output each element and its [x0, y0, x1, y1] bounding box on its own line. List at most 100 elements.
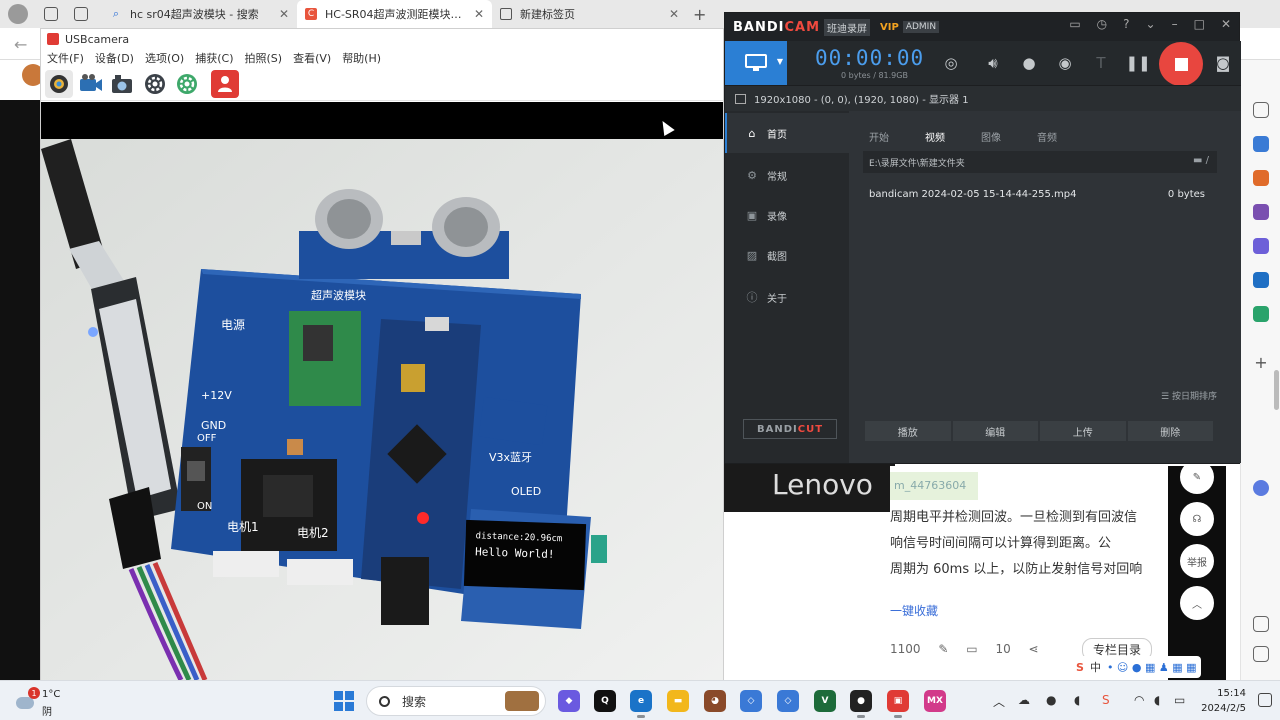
- minimize-icon[interactable]: –: [1172, 17, 1178, 31]
- ime-mode[interactable]: 中: [1090, 659, 1101, 675]
- output-path[interactable]: E:\录屏文件\新建文件夹 ▬ /: [863, 151, 1217, 173]
- sort-by-date-button[interactable]: ☰ 按日期排序: [1161, 389, 1217, 402]
- screen-mode-button[interactable]: ▼: [725, 41, 787, 85]
- comment-icon[interactable]: ▭: [966, 642, 977, 656]
- speaker-tray-icon[interactable]: ◖: [1074, 693, 1080, 707]
- author-tag[interactable]: m_44763604: [890, 472, 978, 500]
- onedrive-icon[interactable]: ☁: [1018, 693, 1030, 707]
- maximize-icon[interactable]: □: [1194, 17, 1205, 31]
- upload-button[interactable]: 上传: [1040, 421, 1126, 441]
- snapshot-icon[interactable]: [109, 70, 137, 98]
- edit-button[interactable]: 编辑: [952, 421, 1038, 441]
- battery-icon[interactable]: ▭: [1174, 693, 1185, 707]
- workspaces-icon[interactable]: [44, 7, 58, 21]
- text-overlay-icon[interactable]: T: [1091, 53, 1111, 73]
- sogou-tray-icon[interactable]: S: [1102, 693, 1110, 707]
- headset-icon[interactable]: ☊: [1180, 502, 1214, 536]
- menu-view[interactable]: 查看(V): [293, 50, 331, 66]
- close-tab-icon[interactable]: ✕: [474, 7, 484, 21]
- help-icon[interactable]: ?: [1123, 17, 1129, 31]
- add-icon[interactable]: +: [1253, 355, 1269, 372]
- device-settings-icon[interactable]: [173, 70, 201, 98]
- tab-actions-icon[interactable]: [74, 7, 88, 21]
- back-arrow-icon[interactable]: ←: [14, 35, 27, 54]
- stop-record-button[interactable]: [1159, 42, 1203, 86]
- new-tab-button[interactable]: +: [693, 5, 706, 24]
- toolbox-icon[interactable]: [1253, 170, 1269, 186]
- sidebar-scrollbar[interactable]: [1274, 370, 1279, 410]
- tab-image[interactable]: 图像: [981, 129, 1001, 144]
- back-to-top-icon[interactable]: ︿: [1180, 586, 1214, 620]
- tag-icon[interactable]: [1253, 136, 1269, 152]
- menu-device[interactable]: 设备(D): [95, 50, 134, 66]
- menu-chevron-icon[interactable]: ⌄: [1146, 17, 1156, 31]
- menu-options[interactable]: 选项(O): [145, 50, 184, 66]
- tray-chevron-icon[interactable]: ︿: [993, 693, 1005, 710]
- keil-icon[interactable]: V: [814, 690, 836, 712]
- tab-new[interactable]: 新建标签页 ✕: [492, 0, 687, 28]
- assistant-icon[interactable]: [1253, 480, 1269, 496]
- mx-app-icon[interactable]: MX: [924, 690, 946, 712]
- file-name[interactable]: bandicam 2024-02-05 15-14-44-255.mp4: [869, 189, 1077, 200]
- cursor-effect-icon[interactable]: ◉: [1055, 53, 1075, 73]
- collect-link[interactable]: 一键收藏: [890, 602, 938, 619]
- report-button[interactable]: 举报: [1180, 544, 1214, 578]
- menu-help[interactable]: 帮助(H): [342, 50, 381, 66]
- webcam-off-icon[interactable]: ◎: [941, 53, 961, 73]
- sidebar-item-home[interactable]: ⌂ 首页: [725, 113, 849, 153]
- bandicut-button[interactable]: BANDI CUT: [743, 419, 837, 439]
- tab-article[interactable]: C HC-SR04超声波测距模块的原理 ✕: [297, 0, 492, 28]
- clock-icon[interactable]: ◷: [1097, 17, 1107, 31]
- start-button[interactable]: [334, 691, 354, 711]
- microphone-tray-icon[interactable]: ●: [1046, 693, 1056, 707]
- sidebar-item-screenshot[interactable]: ▨ 截图: [725, 235, 849, 275]
- speaker-icon[interactable]: 🔊︎: [983, 53, 1003, 73]
- wifi-icon[interactable]: ◠: [1134, 693, 1144, 707]
- pause-icon[interactable]: ❚❚: [1125, 53, 1150, 73]
- usbcamera-taskbar-icon[interactable]: ▣: [887, 690, 909, 718]
- chess-icon[interactable]: [1253, 204, 1269, 220]
- folder-open-icon[interactable]: ▬ /: [1193, 155, 1209, 166]
- menu-file[interactable]: 文件(F): [47, 50, 84, 66]
- profile-avatar-icon[interactable]: [8, 4, 28, 24]
- microphone-icon[interactable]: ●: [1019, 53, 1039, 73]
- remote-desktop-icon[interactable]: ◇: [740, 690, 762, 712]
- delete-button[interactable]: 删除: [1127, 421, 1213, 441]
- folder-icon[interactable]: ▭: [1069, 17, 1080, 31]
- menu-snapshot[interactable]: 拍照(S): [245, 50, 283, 66]
- tab-start[interactable]: 开始: [869, 129, 889, 144]
- send-icon[interactable]: [1253, 306, 1269, 322]
- close-tab-icon[interactable]: ✕: [669, 7, 679, 21]
- search-icon[interactable]: [1253, 102, 1269, 118]
- bandicam-taskbar-icon[interactable]: ●: [850, 690, 872, 718]
- edit-icon[interactable]: ✎: [938, 642, 948, 656]
- copilot-icon[interactable]: ◆: [558, 690, 580, 712]
- settings-icon[interactable]: [141, 70, 169, 98]
- share-icon[interactable]: ⋖: [1029, 642, 1039, 656]
- cloud-app-icon[interactable]: ◇: [777, 690, 799, 712]
- taskbar-search[interactable]: 搜索: [366, 686, 546, 716]
- play-button[interactable]: 播放: [865, 421, 951, 441]
- file-explorer-icon[interactable]: ▬: [667, 690, 689, 712]
- bear-app-icon[interactable]: ◕: [704, 690, 726, 712]
- taskbar-clock[interactable]: 15:14 2024/2/5: [1196, 686, 1246, 716]
- tab-audio[interactable]: 音频: [1037, 129, 1057, 144]
- volume-icon[interactable]: ◖: [1154, 693, 1160, 707]
- screenshot-icon[interactable]: [1253, 616, 1269, 632]
- tab-search[interactable]: ⌕ hc sr04超声波模块 - 搜索 ✕: [102, 0, 297, 28]
- close-icon[interactable]: ✕: [1221, 17, 1231, 31]
- note-icon[interactable]: ✎: [1180, 460, 1214, 494]
- ime-tools-icon[interactable]: • ☺ ● ▦ ♟ ▦ ▦: [1107, 661, 1197, 674]
- ime-toolbar[interactable]: S 中 • ☺ ● ▦ ♟ ▦ ▦: [1072, 656, 1201, 678]
- video-capture-icon[interactable]: [77, 70, 105, 98]
- outlook-icon[interactable]: [1253, 272, 1269, 288]
- close-tab-icon[interactable]: ✕: [279, 7, 289, 21]
- settings-icon[interactable]: [1253, 646, 1269, 662]
- sidebar-item-about[interactable]: ⓘ 关于: [725, 277, 849, 317]
- copilot-icon[interactable]: [1253, 238, 1269, 254]
- screenshot-camera-icon[interactable]: ◙: [1213, 53, 1233, 73]
- tab-video[interactable]: 视频: [925, 129, 945, 144]
- edge-icon[interactable]: e: [630, 690, 652, 718]
- notification-center-icon[interactable]: [1258, 693, 1272, 707]
- sidebar-item-general[interactable]: ⚙︎ 常规: [725, 155, 849, 195]
